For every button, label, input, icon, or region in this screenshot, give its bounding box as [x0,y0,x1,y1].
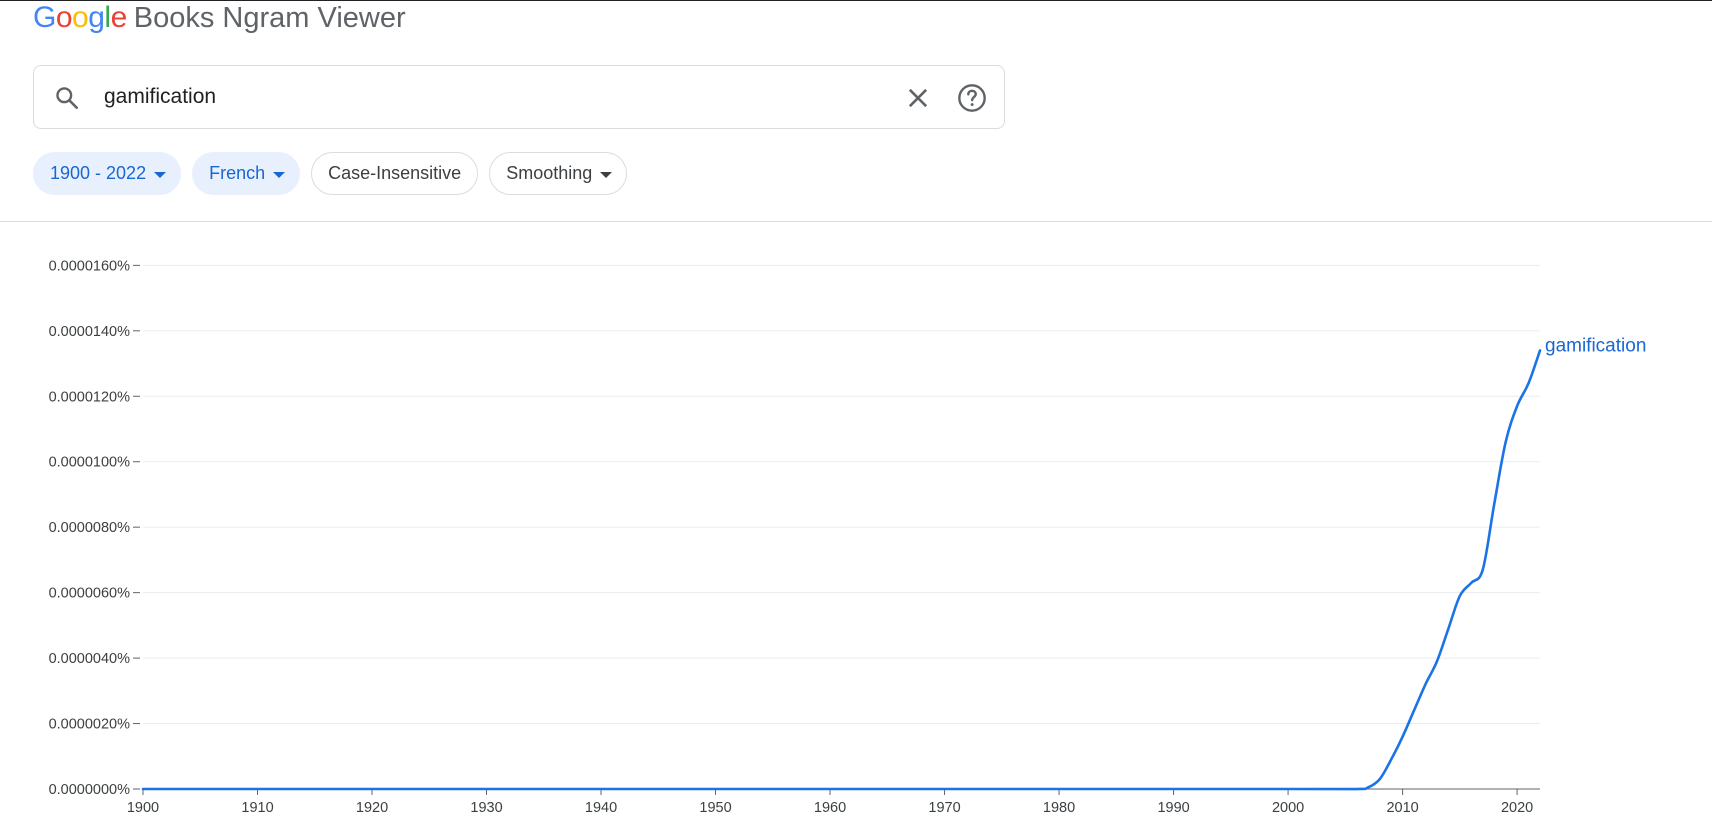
logo-letter: e [110,1,128,34]
x-tick-label: 1970 [928,800,960,816]
year-range-chip[interactable]: 1900 - 2022 [33,152,182,195]
search-icon[interactable] [54,85,80,111]
x-tick-label: 1930 [470,800,502,816]
chevron-down-icon [600,171,613,178]
y-tick-label: 0.0000120% [49,389,131,405]
x-tick-label: 1960 [814,800,846,816]
x-tick-label: 2020 [1501,800,1533,816]
x-tick-label: 1950 [699,800,731,816]
filter-chips: 1900 - 2022 French Case-Insensitive Smoo… [33,152,628,195]
google-wordmark: Google [33,1,127,35]
x-tick-label: 1990 [1157,800,1189,816]
close-icon[interactable] [904,84,932,112]
y-tick-label: 0.0000140% [49,324,131,340]
x-tick-label: 2000 [1272,800,1304,816]
smoothing-label: Smoothing [506,163,593,183]
help-icon[interactable] [956,82,988,114]
y-tick-label: 0.0000100% [49,455,131,471]
x-tick-label: 1910 [241,800,273,816]
x-tick-label: 2010 [1386,800,1418,816]
logo-letter: o [55,1,73,34]
x-tick-label: 1900 [127,800,159,816]
y-tick-label: 0.0000020% [49,717,131,733]
app-logo[interactable]: Google Books Ngram Viewer [33,1,406,37]
search-box [33,65,1005,129]
smoothing-chip[interactable]: Smoothing [489,152,628,195]
x-tick-label: 1940 [585,800,617,816]
corpus-label: French [209,163,266,183]
search-input[interactable] [104,80,904,114]
ngram-chart: 0.0000000% 0.0000020% 0.0000040% 0.0000060%… [49,258,1647,816]
y-tick-label: 0.0000160% [49,258,131,274]
y-tick-label: 0.0000060% [49,586,131,602]
y-tick-label: 0.0000040% [49,651,131,667]
logo-letter: o [72,1,89,34]
y-tick-label: 0.0000000% [49,782,131,798]
case-insensitive-chip[interactable]: Case-Insensitive [311,152,479,195]
x-tick-label: 1980 [1043,800,1075,816]
chevron-down-icon [154,171,167,178]
logo-letter: G [33,1,56,34]
corpus-chip[interactable]: French [192,152,301,195]
y-tick-label: 0.0000080% [49,520,131,536]
x-tick-label: 1920 [356,800,388,816]
chevron-down-icon [273,171,286,178]
logo-letter: g [88,1,105,34]
product-name: Books Ngram Viewer [133,2,406,34]
series-label: gamification [1545,335,1646,356]
case-insensitive-label: Case-Insensitive [328,163,462,183]
year-range-label: 1900 - 2022 [50,163,147,183]
